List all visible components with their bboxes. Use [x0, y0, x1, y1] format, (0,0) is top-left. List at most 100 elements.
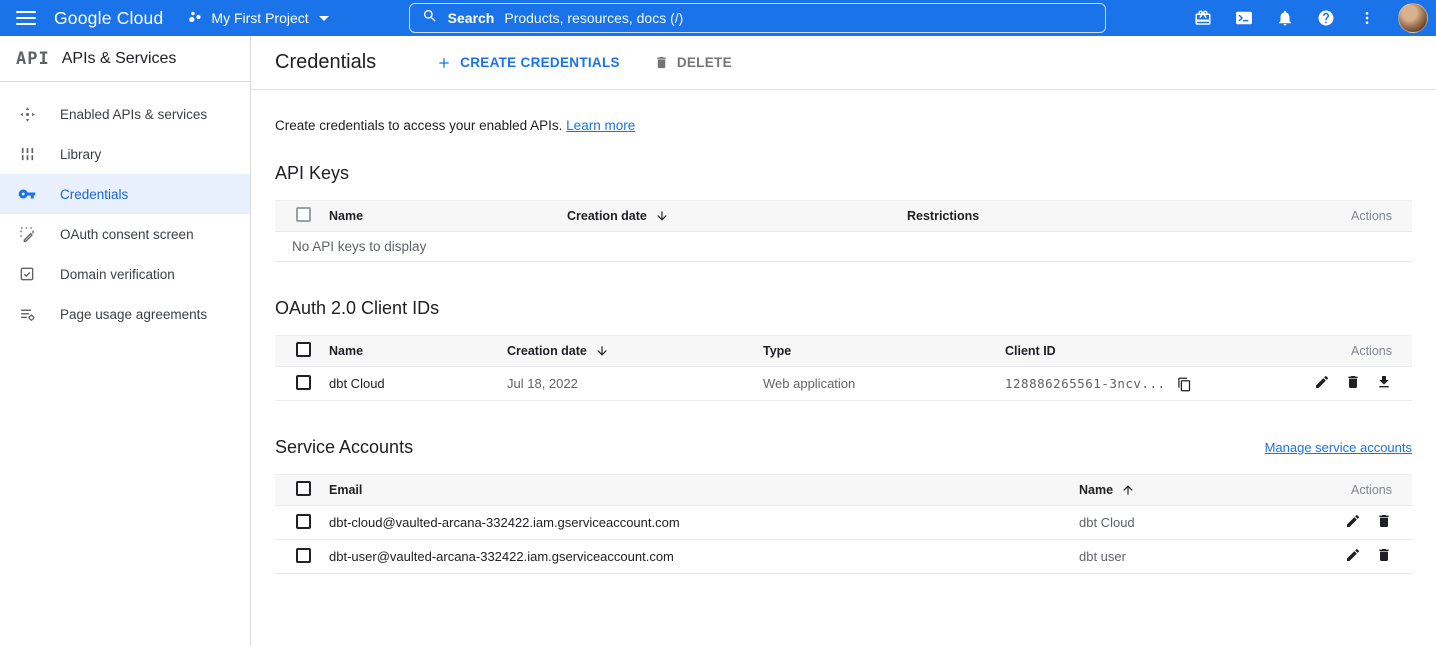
sidebar-header: API APIs & Services — [0, 36, 250, 82]
sort-desc-icon — [595, 344, 609, 358]
table-header-row: Email Name Actions — [275, 475, 1412, 506]
google-cloud-logo[interactable]: Google Cloud — [54, 8, 163, 29]
table-row: dbt Cloud Jul 18, 2022 Web application 1… — [275, 367, 1412, 401]
select-all-checkbox[interactable] — [296, 207, 311, 222]
empty-message: No API keys to display — [275, 232, 1412, 262]
column-header-actions: Actions — [1187, 201, 1412, 232]
sidebar-item-page-usage[interactable]: Page usage agreements — [0, 294, 250, 334]
column-header-name[interactable]: Name — [321, 336, 499, 367]
column-header-client-id[interactable]: Client ID — [997, 336, 1270, 367]
help-icon[interactable] — [1310, 2, 1342, 34]
menu-icon[interactable] — [12, 4, 40, 32]
sort-asc-icon — [1121, 483, 1135, 497]
oauth-consent-icon — [18, 225, 36, 243]
bell-icon[interactable] — [1269, 2, 1301, 34]
sidebar-item-library[interactable]: Library — [0, 134, 250, 174]
project-selector[interactable]: My First Project — [187, 9, 328, 28]
key-icon — [18, 185, 36, 203]
sidebar-item-label: OAuth consent screen — [60, 227, 194, 242]
column-header-name[interactable]: Name — [321, 201, 559, 232]
page-header: Credentials CREATE CREDENTIALS DELETE — [251, 36, 1436, 90]
edit-icon[interactable] — [1345, 547, 1361, 563]
project-icon — [187, 9, 203, 28]
column-header-creation-date[interactable]: Creation date — [499, 336, 755, 367]
manage-service-accounts-link[interactable]: Manage service accounts — [1265, 440, 1412, 455]
learn-more-link[interactable]: Learn more — [566, 118, 635, 133]
more-vert-icon[interactable] — [1351, 2, 1383, 34]
select-all-checkbox[interactable] — [296, 342, 311, 357]
sidebar-item-label: Page usage agreements — [60, 307, 207, 322]
search-label: Search — [448, 10, 495, 26]
client-id-cell: 128886265561-3ncv... — [997, 367, 1270, 401]
search-icon — [422, 8, 438, 29]
service-account-name: dbt Cloud — [1071, 506, 1238, 540]
row-checkbox[interactable] — [296, 375, 311, 390]
page-title: Credentials — [275, 51, 376, 74]
section-service-accounts: Service Accounts Manage service accounts… — [275, 437, 1412, 574]
library-icon — [18, 145, 36, 163]
content: Create credentials to access your enable… — [251, 90, 1436, 574]
gift-icon[interactable] — [1187, 2, 1219, 34]
api-keys-table: Name Creation date Restrictions Actions … — [275, 200, 1412, 262]
service-account-email: dbt-cloud@vaulted-arcana-332422.iam.gser… — [321, 506, 1071, 540]
edit-icon[interactable] — [1314, 374, 1330, 390]
logo-text: Google Cloud — [54, 8, 163, 28]
create-credentials-button[interactable]: CREATE CREDENTIALS — [428, 49, 628, 77]
sidebar-item-enabled-apis[interactable]: Enabled APIs & services — [0, 94, 250, 134]
sidebar-item-label: Library — [60, 147, 101, 162]
sidebar-item-oauth-consent[interactable]: OAuth consent screen — [0, 214, 250, 254]
search-input[interactable]: Search Products, resources, docs (/) — [409, 3, 1106, 33]
sidebar-item-domain-verification[interactable]: Domain verification — [0, 254, 250, 294]
service-accounts-title: Service Accounts — [275, 437, 413, 458]
api-keys-title: API Keys — [275, 163, 1412, 184]
edit-icon[interactable] — [1345, 513, 1361, 529]
delete-icon[interactable] — [1376, 547, 1392, 563]
download-icon[interactable] — [1376, 374, 1392, 390]
oauth-clients-title: OAuth 2.0 Client IDs — [275, 298, 1412, 319]
enabled-apis-icon — [18, 105, 36, 123]
oauth-clients-table: Name Creation date Type Client ID Action… — [275, 335, 1412, 401]
user-avatar[interactable] — [1398, 3, 1428, 33]
delete-icon[interactable] — [1345, 374, 1361, 390]
sidebar-item-credentials[interactable]: Credentials — [0, 174, 250, 214]
section-api-keys: API Keys Name Creation date Restrictions… — [275, 163, 1412, 262]
service-account-name: dbt user — [1071, 540, 1238, 574]
domain-verification-icon — [18, 265, 36, 283]
select-all-checkbox[interactable] — [296, 481, 311, 496]
trash-icon — [654, 55, 669, 70]
client-type: Web application — [755, 367, 997, 401]
client-name: dbt Cloud — [321, 367, 499, 401]
intro-body: Create credentials to access your enable… — [275, 118, 566, 133]
sidebar-title: APIs & Services — [62, 50, 177, 68]
client-creation-date: Jul 18, 2022 — [499, 367, 755, 401]
table-row: dbt-cloud@vaulted-arcana-332422.iam.gser… — [275, 506, 1412, 540]
create-credentials-label: CREATE CREDENTIALS — [460, 55, 620, 70]
sort-desc-icon — [655, 209, 669, 223]
search-placeholder: Products, resources, docs (/) — [504, 10, 683, 26]
row-checkbox[interactable] — [296, 548, 311, 563]
column-header-email[interactable]: Email — [321, 475, 1071, 506]
intro-text: Create credentials to access your enable… — [275, 118, 1412, 133]
service-account-email: dbt-user@vaulted-arcana-332422.iam.gserv… — [321, 540, 1071, 574]
column-header-creation-date[interactable]: Creation date — [559, 201, 899, 232]
column-header-type[interactable]: Type — [755, 336, 997, 367]
chevron-down-icon — [319, 16, 329, 21]
copy-icon[interactable] — [1177, 377, 1192, 392]
column-header-actions: Actions — [1270, 336, 1412, 367]
delete-button[interactable]: DELETE — [646, 49, 740, 76]
cloud-shell-icon[interactable] — [1228, 2, 1260, 34]
column-header-restrictions[interactable]: Restrictions — [899, 201, 1187, 232]
row-checkbox[interactable] — [296, 514, 311, 529]
column-header-name[interactable]: Name — [1071, 475, 1238, 506]
delete-icon[interactable] — [1376, 513, 1392, 529]
topbar: Google Cloud My First Project Search Pro… — [0, 0, 1436, 36]
sidebar-nav: Enabled APIs & services Library Credenti… — [0, 82, 250, 334]
empty-row: No API keys to display — [275, 232, 1412, 262]
section-oauth-clients: OAuth 2.0 Client IDs Name Creation date … — [275, 298, 1412, 401]
sidebar-item-label: Enabled APIs & services — [60, 107, 207, 122]
table-header-row: Name Creation date Restrictions Actions — [275, 201, 1412, 232]
client-id-value: 128886265561-3ncv... — [1005, 376, 1166, 391]
page-usage-icon — [18, 305, 36, 323]
sidebar-item-label: Credentials — [60, 187, 128, 202]
table-header-row: Name Creation date Type Client ID Action… — [275, 336, 1412, 367]
